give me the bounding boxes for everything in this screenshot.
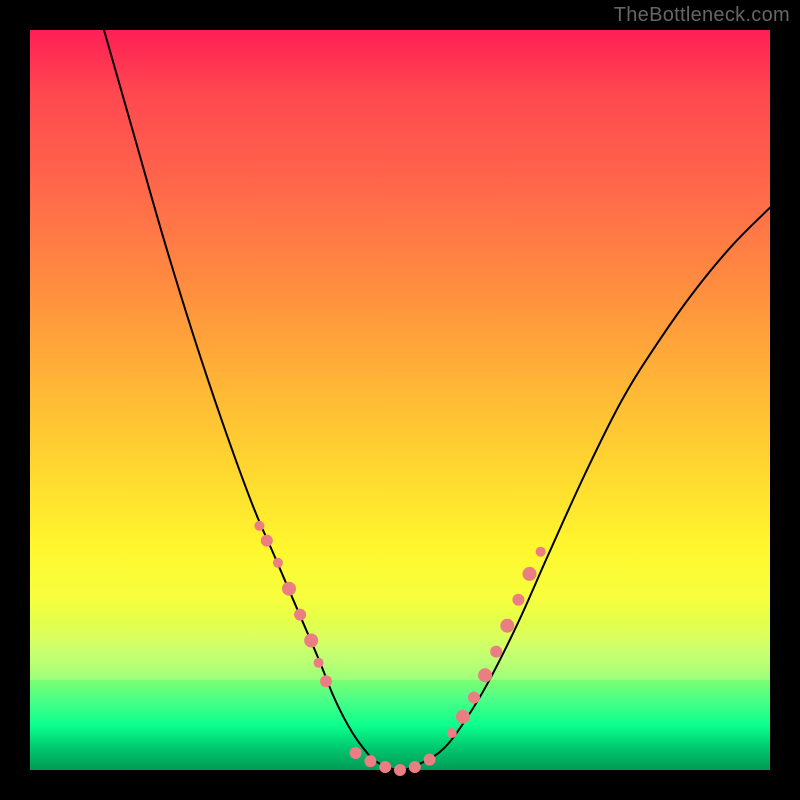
marker-dot: [394, 764, 406, 776]
marker-dot: [409, 761, 421, 773]
marker-dot: [468, 691, 480, 703]
attribution-text: TheBottleneck.com: [614, 4, 790, 27]
marker-dot: [282, 582, 296, 596]
marker-dot: [254, 521, 264, 531]
marker-dot: [523, 567, 537, 581]
marker-dot: [456, 710, 470, 724]
marker-dot: [304, 634, 318, 648]
marker-dot: [500, 619, 514, 633]
curve-line: [104, 30, 770, 770]
marker-dot: [447, 728, 457, 738]
chart-svg: [30, 30, 770, 770]
chart-frame: TheBottleneck.com: [0, 0, 800, 800]
marker-dot: [364, 755, 376, 767]
marker-dot: [273, 558, 283, 568]
marker-dot: [536, 547, 546, 557]
marker-dot: [478, 668, 492, 682]
marker-dot: [424, 754, 436, 766]
marker-dot: [490, 646, 502, 658]
marker-dots: [254, 521, 545, 776]
marker-dot: [379, 761, 391, 773]
marker-dot: [261, 535, 273, 547]
marker-dot: [350, 747, 362, 759]
marker-dot: [512, 594, 524, 606]
marker-dot: [294, 609, 306, 621]
marker-dot: [320, 675, 332, 687]
marker-dot: [314, 658, 324, 668]
